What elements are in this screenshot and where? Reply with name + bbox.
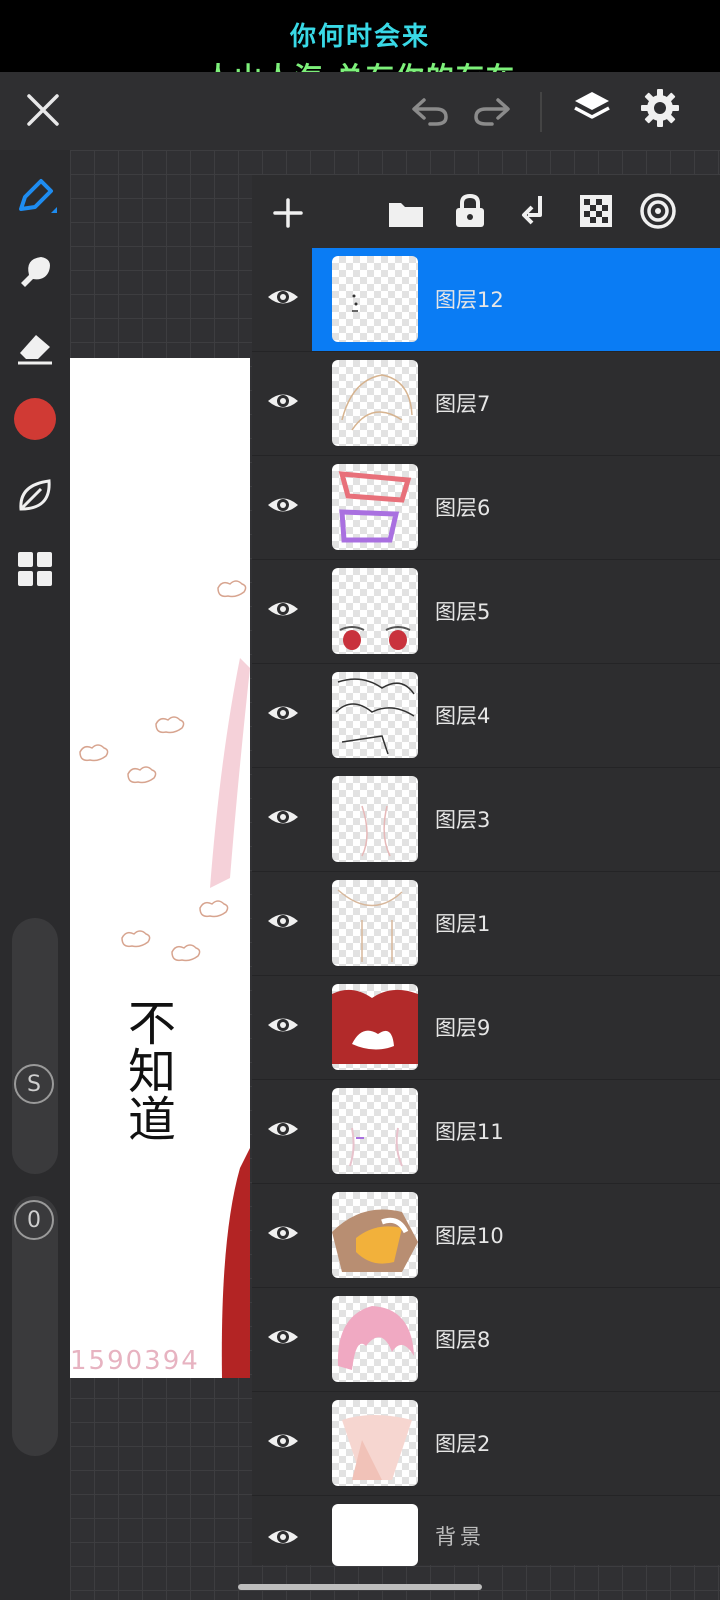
drawing-canvas[interactable]: 不知道 1590394 xyxy=(70,358,250,1378)
layer-name: 图层11 xyxy=(435,1120,504,1144)
brush-icon[interactable] xyxy=(10,172,60,222)
layer-row[interactable]: 图层5 xyxy=(252,560,720,664)
layer-name: 图层6 xyxy=(435,496,491,520)
layer-thumbnail[interactable] xyxy=(332,360,418,446)
layer-row[interactable]: 图层12 xyxy=(252,248,720,352)
layer-thumbnail[interactable] xyxy=(332,672,418,758)
eye-icon[interactable] xyxy=(266,1320,300,1354)
grid-icon[interactable] xyxy=(10,544,60,594)
background-layer-name: 背景 xyxy=(435,1525,485,1549)
eye-icon[interactable] xyxy=(266,1008,300,1042)
layer-row[interactable]: 图层4 xyxy=(252,664,720,768)
target-icon[interactable] xyxy=(636,189,680,233)
folder-icon[interactable] xyxy=(384,191,428,235)
layer-name: 图层1 xyxy=(435,912,491,936)
lock-icon[interactable] xyxy=(448,189,492,233)
layer-row[interactable]: 图层11 xyxy=(252,1080,720,1184)
left-toolbar: S 0 xyxy=(0,150,70,1600)
eye-icon[interactable] xyxy=(266,592,300,626)
close-icon[interactable] xyxy=(22,89,64,131)
layer-thumbnail[interactable] xyxy=(332,464,418,550)
layer-thumbnail[interactable] xyxy=(332,1088,418,1174)
layer-row[interactable]: 图层3 xyxy=(252,768,720,872)
merge-down-icon[interactable] xyxy=(512,189,556,233)
eye-icon[interactable] xyxy=(266,1520,300,1554)
gear-icon[interactable] xyxy=(638,86,682,130)
layer-row[interactable]: 图层6 xyxy=(252,456,720,560)
layers-toolbar xyxy=(252,175,720,253)
artwork xyxy=(79,580,250,1378)
home-indicator[interactable] xyxy=(238,1584,482,1590)
brush-size-slider[interactable] xyxy=(12,918,58,1174)
layer-thumbnail[interactable] xyxy=(332,1296,418,1382)
layer-row[interactable]: 图层2 xyxy=(252,1392,720,1496)
layer-name: 图层4 xyxy=(435,704,491,728)
layer-name: 图层10 xyxy=(435,1224,504,1248)
opacity-button[interactable]: 0 xyxy=(14,1200,54,1240)
layer-thumbnail[interactable] xyxy=(332,1400,418,1486)
canvas-vertical-text: 不知道 xyxy=(119,998,175,1142)
eye-icon[interactable] xyxy=(266,1424,300,1458)
layer-row[interactable]: 图层10 xyxy=(252,1184,720,1288)
checker-icon[interactable] xyxy=(574,189,618,233)
toolbar-divider xyxy=(540,92,542,132)
layer-name: 图层12 xyxy=(435,288,504,312)
layer-name: 图层5 xyxy=(435,600,491,624)
eye-icon[interactable] xyxy=(266,800,300,834)
size-label: S xyxy=(27,1071,41,1097)
redo-icon[interactable] xyxy=(470,89,514,133)
background-layer-row[interactable]: 背景 xyxy=(252,1496,720,1578)
top-bar xyxy=(0,72,720,150)
smudge-icon[interactable] xyxy=(10,246,60,296)
layer-thumbnail[interactable] xyxy=(332,880,418,966)
layer-thumbnail[interactable] xyxy=(332,568,418,654)
eye-icon[interactable] xyxy=(266,1112,300,1146)
layer-name: 图层3 xyxy=(435,808,491,832)
layer-thumbnail[interactable] xyxy=(332,256,418,342)
layer-row[interactable]: 图层9 xyxy=(252,976,720,1080)
layer-name: 图层7 xyxy=(435,392,491,416)
eye-icon[interactable] xyxy=(266,696,300,730)
color-swatch[interactable] xyxy=(14,398,56,440)
layer-thumbnail[interactable] xyxy=(332,776,418,862)
layer-list: 图层12 图层7 图层6 图层5 图层4 图层3 图层1 图层9 图层11 图层10 图层8 图层2 背… xyxy=(252,248,720,1568)
eye-icon[interactable] xyxy=(266,488,300,522)
background-thumbnail[interactable] xyxy=(332,1504,418,1566)
opacity-label: 0 xyxy=(27,1207,41,1233)
leaf-icon[interactable] xyxy=(10,470,60,520)
layer-thumbnail[interactable] xyxy=(332,1192,418,1278)
layer-thumbnail[interactable] xyxy=(332,984,418,1070)
layers-panel: 图层12 图层7 图层6 图层5 图层4 图层3 图层1 图层9 图层11 图层10 图层8 图层2 背… xyxy=(252,175,720,1568)
add-icon[interactable] xyxy=(266,191,310,235)
layer-row[interactable]: 图层7 xyxy=(252,352,720,456)
layer-name: 图层8 xyxy=(435,1328,491,1352)
layers-icon[interactable] xyxy=(570,86,614,130)
eraser-icon[interactable] xyxy=(10,322,60,372)
eye-icon[interactable] xyxy=(266,384,300,418)
eye-icon[interactable] xyxy=(266,280,300,314)
eye-icon[interactable] xyxy=(266,904,300,938)
caption-line-1: 你何时会来 xyxy=(289,22,430,52)
eye-icon[interactable] xyxy=(266,1216,300,1250)
layer-name: 图层2 xyxy=(435,1432,491,1456)
canvas-watermark: 1590394 xyxy=(70,1346,200,1376)
layer-row[interactable]: 图层1 xyxy=(252,872,720,976)
layer-name: 图层9 xyxy=(435,1016,491,1040)
size-button[interactable]: S xyxy=(14,1064,54,1104)
undo-icon[interactable] xyxy=(408,89,452,133)
layer-row[interactable]: 图层8 xyxy=(252,1288,720,1392)
